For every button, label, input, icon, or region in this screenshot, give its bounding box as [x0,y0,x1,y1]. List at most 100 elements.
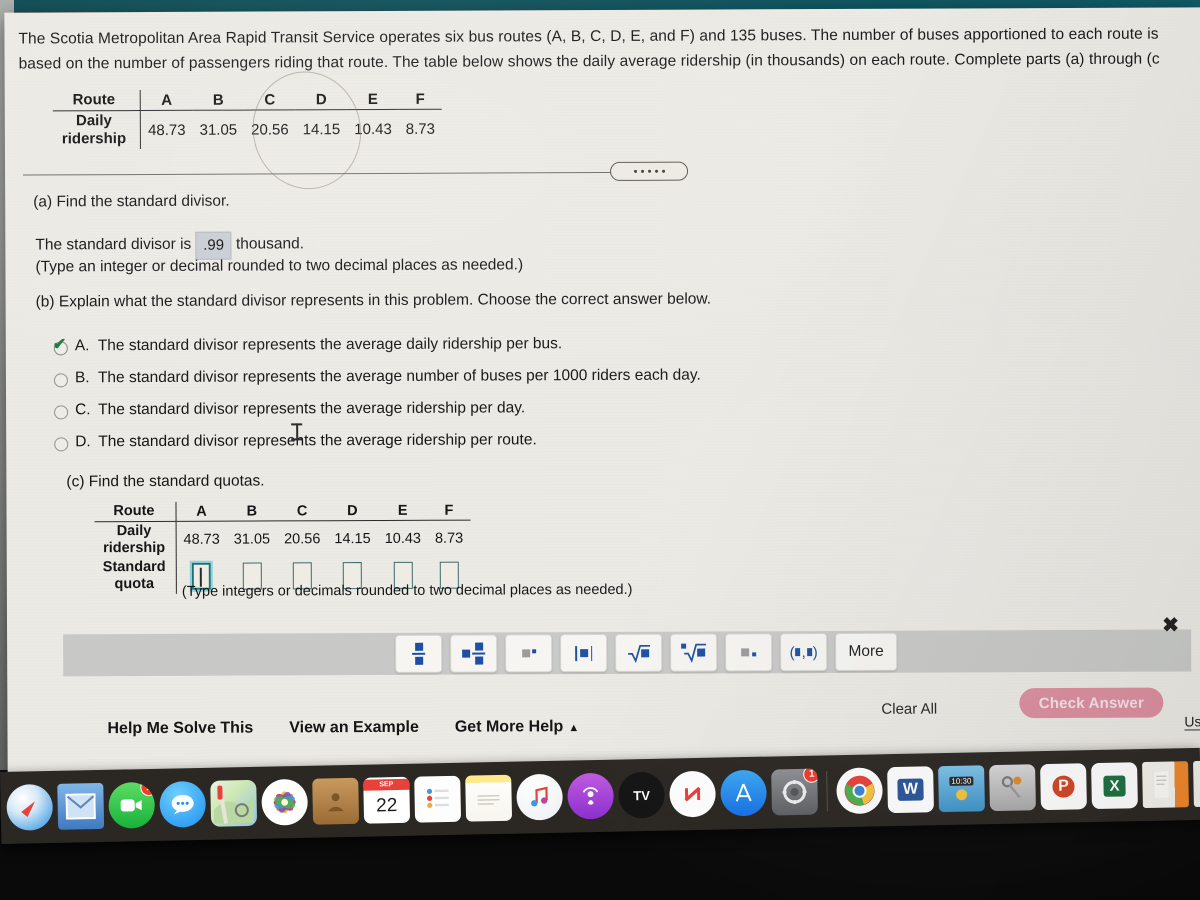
row-label-line-1: Daily [116,522,152,540]
choice-option-b[interactable]: B. The standard divisor represents the a… [53,366,701,388]
dock-item-calendar[interactable]: SEP 22 [363,776,411,824]
ridership-value-b: 31.05 [199,121,238,139]
row-label-line-2: ridership [61,130,127,148]
help-me-solve-this-link[interactable]: Help Me Solve This [107,720,253,739]
ridership-value-a: 48.73 [148,121,186,139]
table-row: Daily ridership 48.73 31.05 20.56 14.15 … [52,109,442,150]
nth-root-button[interactable] [670,633,718,672]
row-label-line-1: Daily [75,112,112,130]
dock-item-reminders[interactable] [414,775,462,823]
messages-icon [171,794,194,815]
text-cursor-icon [291,423,302,441]
dock-item-news[interactable] [669,770,717,818]
ordered-pair-icon: (,) [789,643,818,661]
quota-ridership-d: 14.15 [334,531,371,548]
dock-item-contacts[interactable] [312,777,360,825]
choice-option-d[interactable]: D. The standard divisor represents the a… [54,431,701,452]
dock-item-app-store[interactable] [720,769,768,817]
mixed-number-button[interactable] [450,634,498,673]
exponent-button[interactable] [505,634,553,673]
quota-ridership-c: 20.56 [284,531,321,548]
dock-item-messages[interactable] [159,780,207,828]
close-icon[interactable]: ✖ [1162,614,1179,636]
problem-statement-line-2: based on the number of passengers riding… [18,50,1160,73]
quota-table-header-c: C [276,501,328,521]
choice-letter-b: B. [74,369,90,387]
choice-option-a[interactable]: ✔ A. The standard divisor represents the… [53,335,701,356]
table-row: Route A B C D E F [94,500,471,522]
view-an-example-link[interactable]: View an Example [289,719,419,738]
absolute-value-button[interactable] [560,633,608,673]
fraction-button[interactable] [395,634,443,673]
quota-ridership-a: 48.73 [183,531,220,548]
decimal-point-button[interactable] [725,633,773,672]
check-answer-button[interactable]: Check Answer [1019,687,1164,719]
math-toolbar: (,) More [395,632,898,673]
facetime-icon [120,799,142,812]
get-more-help-link[interactable]: Get More Help ▲ [455,718,579,737]
pill-dot [647,169,651,173]
dock-item-word[interactable]: W [887,766,934,814]
clear-all-button[interactable]: Clear All [881,701,937,718]
mixed-number-icon [462,642,486,665]
radio-icon[interactable] [54,405,69,420]
divider-expand-pill[interactable] [610,161,689,181]
radio-icon[interactable]: ✔ [53,336,68,356]
more-button[interactable]: More [835,632,898,671]
pill-dot [661,169,665,173]
contacts-icon [327,793,344,812]
ridership-table-header-a: A [140,89,193,111]
news-icon [678,780,707,809]
dock-item-weather-widget[interactable]: 10:30 [938,765,985,813]
part-a-sentence-before: The standard divisor is [35,235,192,254]
row-label-line-1: Standard [102,558,166,576]
dock-item-podcasts[interactable] [567,772,615,820]
dock-item-notes[interactable] [465,774,513,822]
fraction-icon [412,642,426,665]
dock-item-photos[interactable] [261,778,309,826]
reminders-icon [426,788,449,808]
dock-item-chrome[interactable] [836,767,884,815]
dock-item-excel[interactable]: X [1091,762,1138,810]
widget-time-label: 10:30 [949,775,974,786]
apple-tv-icon: TV [633,787,651,803]
sun-icon [956,788,968,800]
dock-item-maps[interactable] [210,779,258,827]
dock-item-mail[interactable] [57,782,105,830]
ridership-table-row-label-route: Route [52,90,141,111]
part-a-prompt: (a) Find the standard divisor. [33,192,230,211]
contact-us-link[interactable]: Us [1184,713,1200,731]
pill-dot [633,169,637,173]
ordered-pair-button[interactable]: (,) [780,633,828,672]
dock-separator [826,771,828,812]
quota-table-row-label-standard: Standard quota [94,557,177,595]
dock-item-system-preferences[interactable]: 1 [771,768,819,816]
part-b-prompt: (b) Explain what the standard divisor re… [35,290,712,311]
dock-item-document-2[interactable] [1193,760,1200,808]
laptop-screen-photo: The Scotia Metropolitan Area Rapid Trans… [0,0,1200,900]
quota-table-row-label-route: Route [94,501,176,522]
part-c-instruction: (Type integers or decimals rounded to tw… [181,581,633,600]
nth-root-icon [680,643,706,663]
dock-item-apple-tv[interactable]: TV [618,771,666,819]
radio-icon[interactable] [54,437,69,452]
dock-item-safari[interactable] [6,783,54,831]
pencil-mark-artifact [241,61,373,200]
square-root-button[interactable] [615,633,663,672]
section-divider [23,171,682,176]
dock-item-powerpoint[interactable]: P [1040,763,1087,811]
chrome-icon [844,775,875,806]
dock-item-itunes[interactable] [516,773,564,821]
choice-text-b: The standard divisor represents the aver… [97,366,701,387]
ridership-table-row-label-daily: Daily ridership [52,110,141,150]
dock-item-facetime[interactable]: 1 [108,781,156,829]
notes-icon [477,794,500,805]
mail-icon [65,793,96,820]
photos-icon [273,791,296,814]
absolute-value-icon [575,645,593,661]
radio-icon[interactable] [53,373,68,388]
dock-item-document-1[interactable] [1142,761,1189,809]
dock-item-keychain-access[interactable] [989,764,1036,812]
choice-option-c[interactable]: C. The standard divisor represents the a… [54,399,701,420]
decimal-point-icon [741,648,757,657]
